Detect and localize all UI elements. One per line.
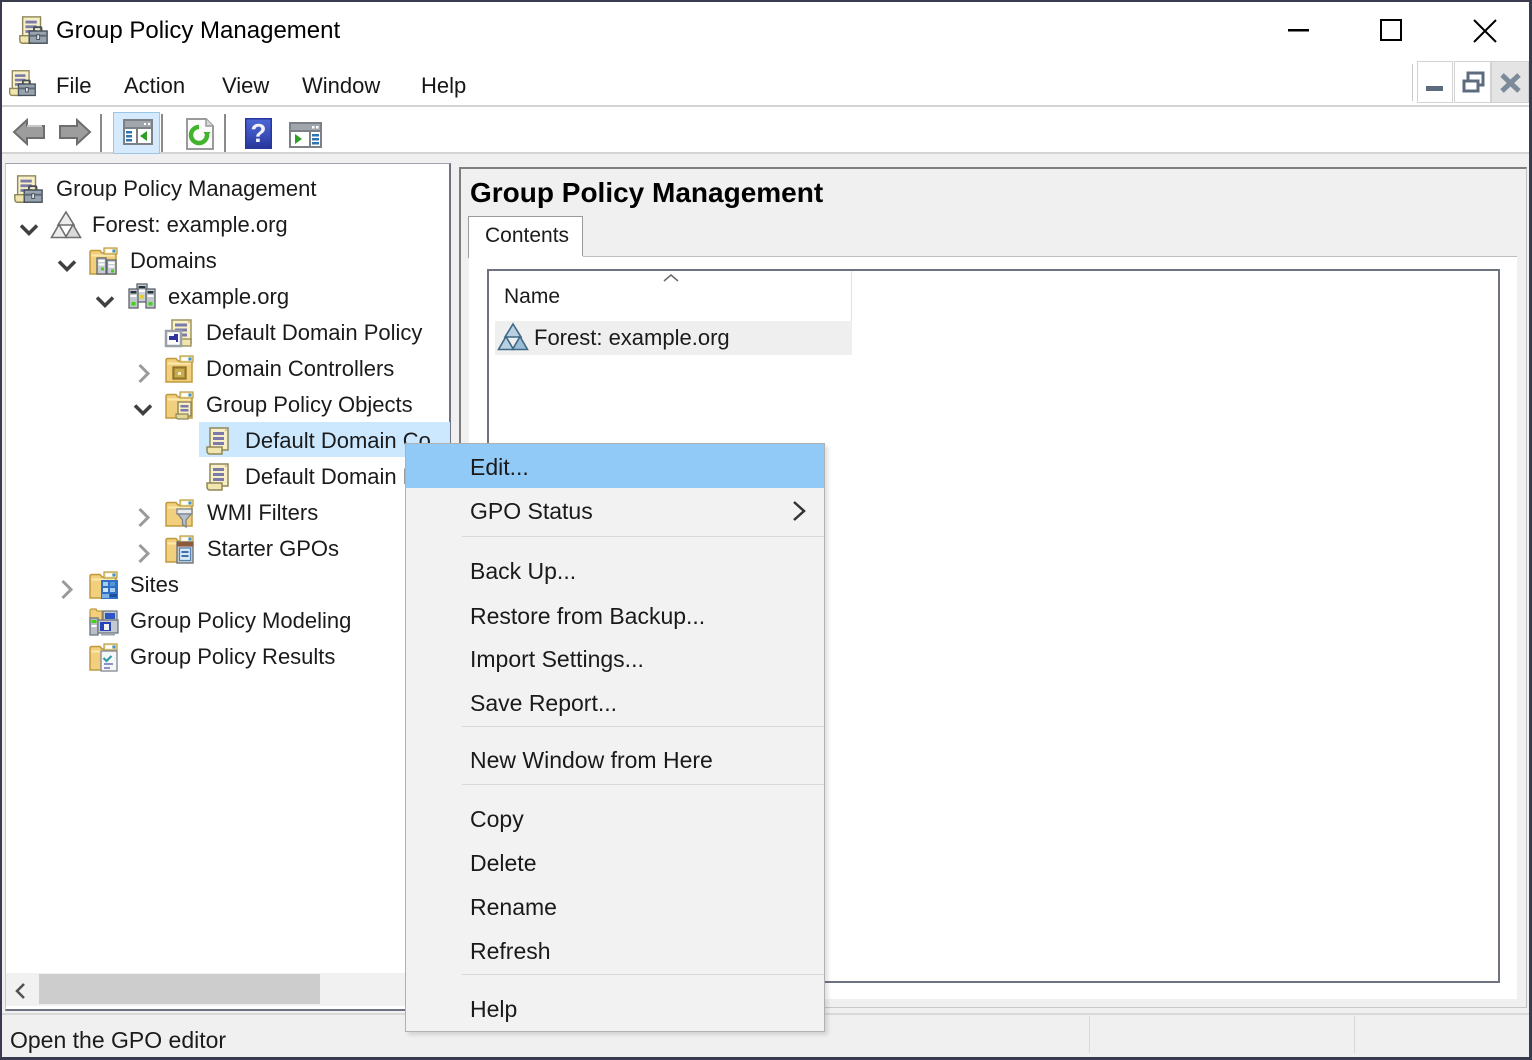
svg-text:?: ? <box>251 118 267 148</box>
